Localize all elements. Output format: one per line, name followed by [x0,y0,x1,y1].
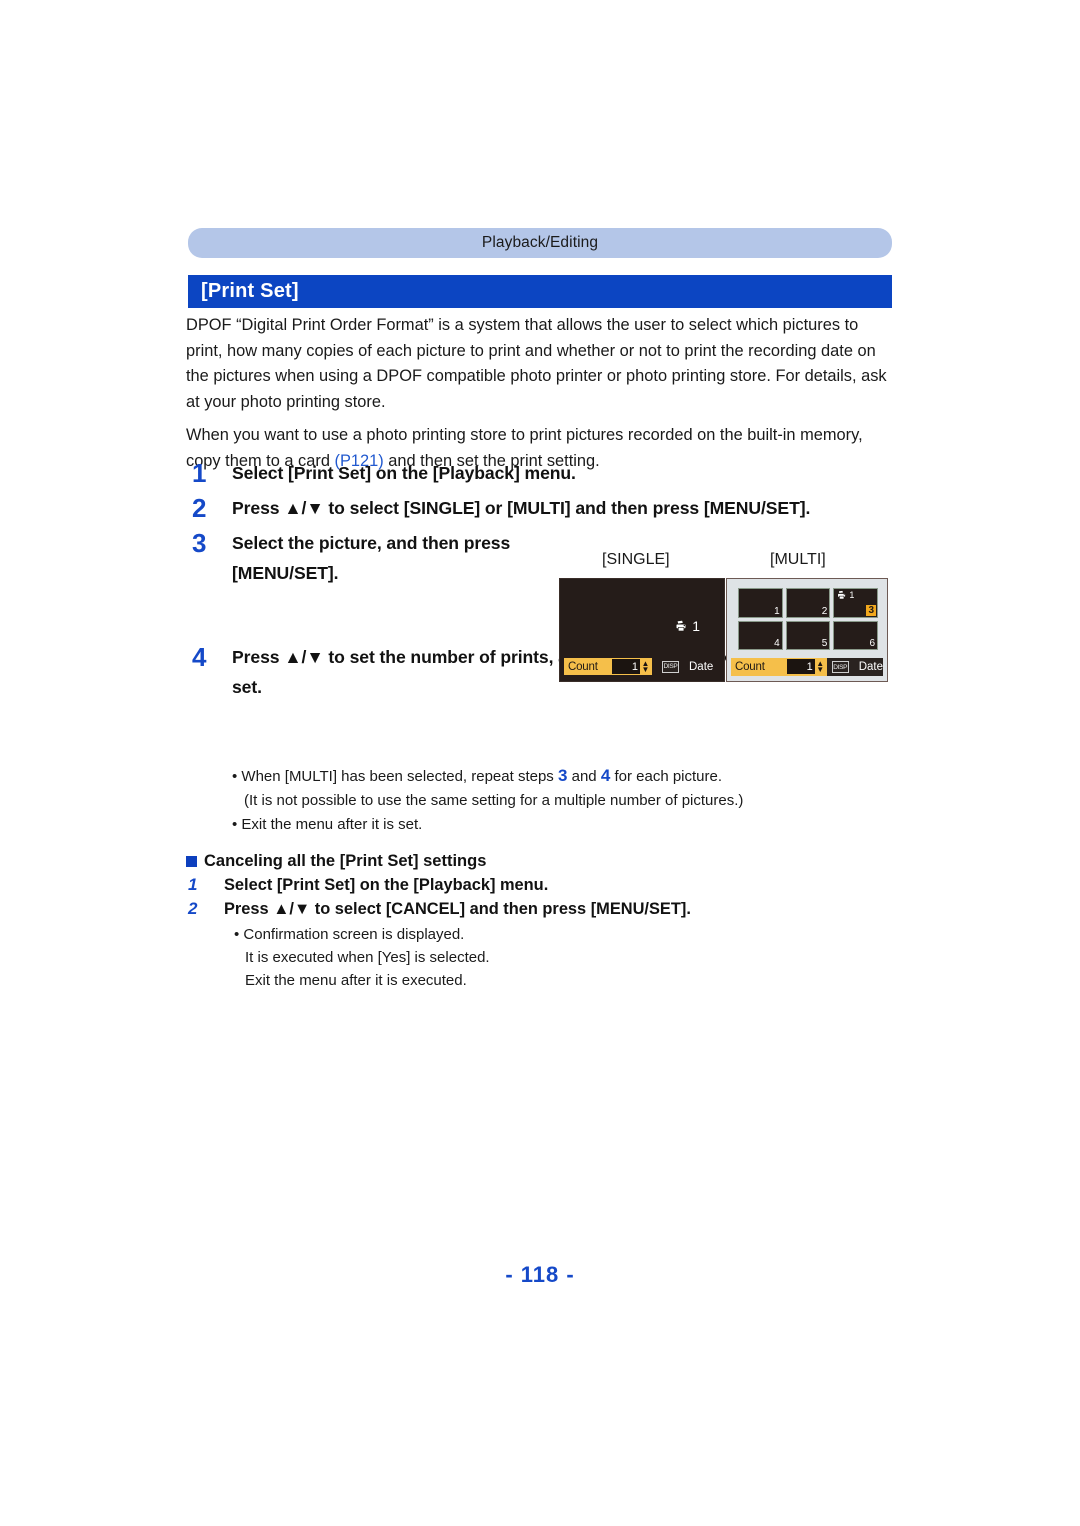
running-head-band: Playback/Editing [188,228,892,258]
printer-icon [676,620,687,632]
thumbnail-number: 2 [821,605,828,617]
print-count-value: 1 [692,618,700,634]
single-count-field[interactable]: Count 1 ▲ ▼ [564,658,652,675]
thumbnail-number: 1 [774,605,780,617]
printer-icon [837,590,847,600]
step-3-line-2: [MENU/SET]. [232,563,339,583]
cancel-heading-text: Canceling all the [Print Set] settings [204,852,487,870]
intro-paragraph-1: DPOF “Digital Print Order Format” is a s… [186,316,887,411]
note-bullet-1: • When [MULTI] has been selected, repeat… [232,764,892,789]
thumbnail-cell[interactable]: 4 [738,620,783,650]
cancel-notes: • Confirmation screen is displayed. It i… [234,923,898,992]
step-1-number: 1 [192,458,207,488]
cancel-step-1: 1 Select [Print Set] on the [Playback] m… [186,873,898,897]
thumbnail-print-count: 1 [849,590,855,600]
cancel-section-heading: Canceling all the [Print Set] settings [186,849,898,873]
page-number: - 118 - [505,1262,575,1287]
note-1-after: for each picture. [610,768,723,785]
running-head-text: Playback/Editing [481,234,599,251]
thumbnail-number: 5 [821,638,828,649]
document-page: Playback/Editing [Print Set] DPOF “Digit… [0,0,1080,1526]
cancel-note-1: • Confirmation screen is displayed. [234,926,465,943]
multi-screen-label: [MULTI] [770,551,826,568]
cancel-section: Canceling all the [Print Set] settings 1… [186,849,898,992]
step-1: 1 Select [Print Set] on the [Playback] m… [186,458,898,488]
page-title: [Print Set] [201,280,299,302]
cancel-step-2-text: Press ▲/▼ to select [CANCEL] and then pr… [224,900,691,918]
cancel-note-2: It is executed when [Yes] is selected. [245,949,490,966]
note-bullet-1-sub: (It is not possible to use the same sett… [244,792,744,809]
step-3-line-1: Select the picture, and then press [232,533,511,553]
note-1-mid: and [567,768,601,785]
thumbnail-cell-selected[interactable]: 1 3 [833,588,878,618]
thumbnail-number: 6 [869,638,875,649]
multi-count-strip: Count 1 ▲ ▼ DISP Date [731,658,883,676]
cancel-note-3: Exit the menu after it is executed. [245,972,467,989]
single-count-label: Count [568,660,598,673]
step-1-text: Select [Print Set] on the [Playback] men… [232,463,576,483]
multi-count-value: 1 [786,659,815,674]
count-stepper-arrows-icon[interactable]: ▲ ▼ [641,659,650,674]
thumbnail-cell[interactable]: 2 [785,588,831,618]
step-4-notes: • When [MULTI] has been selected, repeat… [232,764,892,837]
multi-mode-screen-illustration: 1 2 1 3 4 5 6 Count 1 ▲ ▼ DISP Date [726,578,888,682]
cancel-step-1-number: 1 [188,875,198,894]
thumbnail-cell[interactable]: 1 [738,588,783,618]
step-2: 2 Press ▲/▼ to select [SINGLE] or [MULTI… [186,493,898,523]
cancel-step-1-text: Select [Print Set] on the [Playback] men… [224,876,549,894]
step-2-number: 2 [192,493,207,523]
intro-text: DPOF “Digital Print Order Format” is a s… [186,313,898,474]
note-1-before: • When [MULTI] has been selected, repeat… [232,768,558,785]
cancel-step-2: 2 Press ▲/▼ to select [CANCEL] and then … [186,897,898,921]
multi-count-field[interactable]: Count 1 ▲ ▼ [731,658,827,676]
section-title-bar: [Print Set] [188,275,892,308]
single-count-strip: Count 1 ▲ ▼ DISP Date [564,658,721,675]
cancel-step-2-number: 2 [188,899,198,918]
disp-button-icon[interactable]: DISP [662,660,679,673]
thumbnail-cell[interactable]: 6 [833,620,878,650]
count-stepper-arrows-icon[interactable]: ▲ ▼ [816,659,825,674]
single-date-label[interactable]: Date [689,661,713,673]
note-bullet-2: • Exit the menu after it is set. [232,816,423,833]
multi-date-area: DISP Date [827,658,883,676]
single-screen-label: [SINGLE] [602,551,670,568]
print-count-badge: 1 [674,618,700,634]
multi-thumbnail-grid: 1 2 1 3 4 5 6 [738,588,878,650]
thumbnail-number: 4 [774,638,780,649]
square-bullet-icon [186,855,197,867]
thumbnail-cell[interactable]: 5 [785,620,831,650]
step-4-number: 4 [192,642,207,672]
multi-date-label[interactable]: Date [859,661,883,673]
step-2-text: Press ▲/▼ to select [SINGLE] or [MULTI] … [232,498,811,518]
thumbnail-number: 3 [866,604,876,616]
single-mode-screen-illustration: 1 Count 1 ▲ ▼ DISP Date [559,578,725,682]
thumbnail-print-badge: 1 [836,590,854,600]
multi-count-label: Count [735,661,765,673]
step-3-text: Select the picture, and then press [MENU… [232,528,510,588]
single-count-value: 1 [612,659,640,674]
disp-button-icon[interactable]: DISP [831,661,849,673]
note-1-step-b: 4 [600,766,611,785]
step-3-number: 3 [192,528,207,558]
